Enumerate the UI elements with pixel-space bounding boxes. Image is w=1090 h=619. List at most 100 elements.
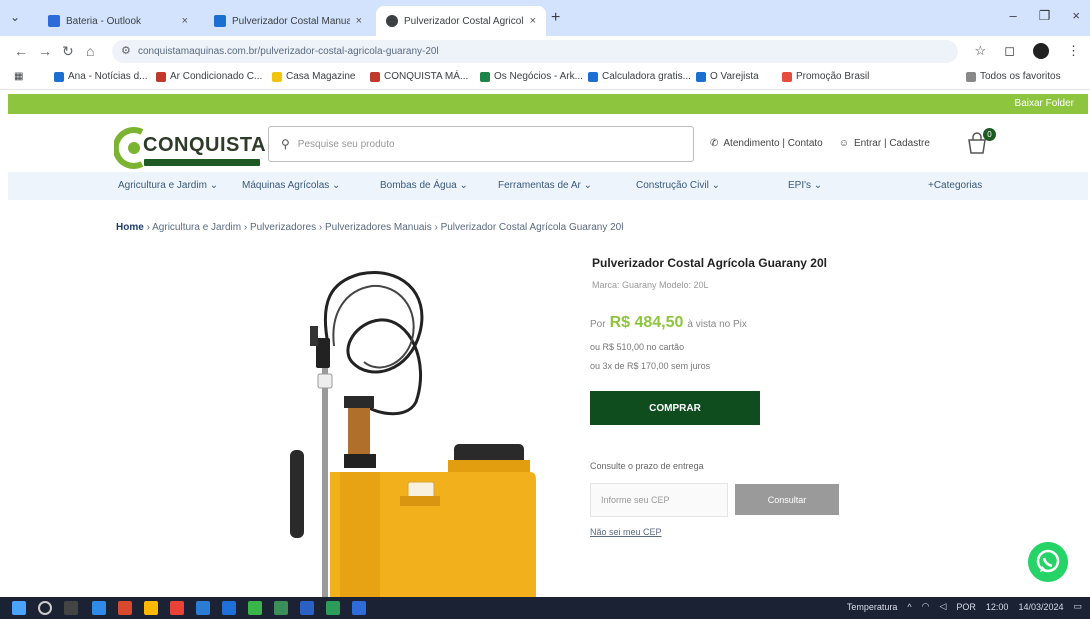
menu-dots-icon[interactable]: ⋮ [1067, 43, 1080, 59]
tab-title: Pulverizador Costal Agricola G... [404, 15, 524, 27]
forward-icon[interactable]: → [38, 42, 52, 60]
app-icon[interactable] [300, 601, 314, 615]
wifi-icon[interactable]: ◠ [922, 601, 930, 612]
toolbar-actions: ☆ ◻ ⋮ [975, 43, 1080, 59]
cart-count-badge: 0 [983, 128, 996, 141]
cep-help-link[interactable]: Não sei meu CEP [590, 527, 662, 537]
bookmark-label: Ar Condicionado C... [170, 71, 263, 82]
close-window-button[interactable]: × [1072, 8, 1080, 24]
app-icon[interactable] [118, 601, 132, 615]
app-icon[interactable] [196, 601, 210, 615]
profile-avatar[interactable] [1033, 43, 1049, 59]
site-logo[interactable]: CONQUISTA [114, 126, 266, 174]
bookmark-label: Os Negócios - Ark... [494, 71, 583, 82]
word-icon[interactable] [352, 601, 366, 615]
volume-icon[interactable]: ◁ [939, 601, 946, 612]
excel-icon[interactable] [326, 601, 340, 615]
bookmark-item[interactable]: CONQUISTA MÁ... [370, 71, 468, 82]
menu-item-maquinas[interactable]: Máquinas Agrícolas ⌄ [242, 180, 340, 191]
menu-item-construcao[interactable]: Construção Civil ⌄ [636, 180, 720, 191]
tab-search-icon[interactable]: ⌄ [10, 10, 20, 24]
tab-product-active[interactable]: Pulverizador Costal Agricola G... × [376, 6, 546, 36]
maximize-button[interactable]: ❐ [1039, 8, 1051, 24]
new-tab-button[interactable]: + [551, 10, 560, 26]
search-icon[interactable]: ⚲ [281, 137, 290, 151]
bookmark-label: Promoção Brasil [796, 71, 870, 82]
category-menu: Agricultura e Jardim ⌄ Máquinas Agrícola… [8, 172, 1088, 200]
breadcrumb-path[interactable]: › Agricultura e Jardim › Pulverizadores … [147, 222, 624, 233]
search-box[interactable]: ⚲ Pesquise seu produto [268, 126, 694, 162]
tab-product-1[interactable]: Pulverizador Costal Manual Fl... × [204, 6, 372, 36]
menu-item-epis[interactable]: EPI's ⌄ [788, 180, 822, 191]
url-text: conquistamaquinas.com.br/pulverizador-co… [138, 46, 439, 57]
price-line: Por R$ 484,50 à vista no Pix [590, 314, 747, 332]
bookmark-item[interactable]: Ar Condicionado C... [156, 71, 262, 82]
file-explorer-icon[interactable] [144, 601, 158, 615]
product-title: Pulverizador Costal Agrícola Guarany 20l [592, 256, 827, 270]
product-price: R$ 484,50 [609, 314, 684, 331]
account-link[interactable]: ☺ Entrar | Cadastre [839, 138, 930, 149]
menu-item-ferramentas[interactable]: Ferramentas de Ar ⌄ [498, 180, 592, 191]
bookmark-label: CONQUISTA MÁ... [384, 71, 469, 82]
app-icon[interactable] [170, 601, 184, 615]
window-controls: – ❐ × [1010, 8, 1080, 24]
buy-button[interactable]: COMPRAR [590, 391, 760, 425]
bookmark-item[interactable]: Os Negócios - Ark... [480, 71, 583, 82]
language-indicator[interactable]: POR [956, 602, 976, 612]
site-info-icon[interactable]: ⚙ [121, 44, 131, 57]
site-favicon-icon [386, 15, 398, 27]
chrome-icon[interactable] [248, 601, 262, 615]
back-icon[interactable]: ← [14, 42, 28, 60]
app-icon[interactable] [222, 601, 236, 615]
bookmark-item[interactable]: Todos os favoritos [966, 71, 1061, 82]
bookmark-favicon-icon [370, 71, 380, 82]
reload-icon[interactable]: ↻ [62, 42, 74, 60]
start-icon[interactable] [12, 601, 26, 615]
apps-grid-icon[interactable]: ▦ [14, 71, 23, 82]
shipping-label: Consulte o prazo de entrega [590, 461, 704, 471]
weather-widget[interactable]: Temperatura [847, 602, 898, 612]
menu-item-bombas[interactable]: Bombas de Água ⌄ [380, 180, 468, 191]
bookmark-star-icon[interactable]: ☆ [975, 43, 987, 59]
home-icon[interactable]: ⌂ [86, 42, 94, 60]
cep-consult-button[interactable]: Consultar [735, 484, 839, 515]
outlook-icon [48, 15, 60, 27]
app-icon[interactable] [274, 601, 288, 615]
app-edge-icon[interactable] [92, 601, 106, 615]
tab-outlook[interactable]: Bateria - Outlook × [38, 6, 198, 36]
bookmark-favicon-icon [54, 71, 64, 82]
close-tab-icon[interactable]: × [530, 15, 536, 27]
close-tab-icon[interactable]: × [182, 15, 188, 27]
bookmark-favicon-icon [272, 71, 282, 82]
search-icon[interactable] [38, 601, 52, 615]
notification-icon[interactable]: ▭ [1073, 601, 1082, 612]
minimize-button[interactable]: – [1010, 8, 1017, 24]
bookmark-item[interactable]: Casa Magazine [272, 71, 355, 82]
chevron-up-icon[interactable]: ^ [907, 602, 911, 612]
site-top-bar: Baixar Folder [8, 94, 1088, 114]
top-bar-link[interactable]: Baixar Folder [1015, 98, 1074, 109]
bookmark-item[interactable]: Ana - Notícias d... [54, 71, 147, 82]
bookmark-favicon-icon [696, 71, 706, 82]
menu-item-mais-categorias[interactable]: +Categorias [928, 180, 982, 191]
task-view-icon[interactable] [64, 601, 78, 615]
folder-icon [966, 71, 976, 82]
tab-title: Bateria - Outlook [66, 15, 142, 27]
close-tab-icon[interactable]: × [356, 15, 362, 27]
cep-input[interactable]: Informe seu CEP [590, 483, 728, 517]
browser-tab-bar: ⌄ Bateria - Outlook × Pulverizador Costa… [0, 0, 1090, 36]
bookmark-item[interactable]: Promoção Brasil [782, 71, 869, 82]
system-tray: Temperatura ^ ◠ ◁ POR 12:00 14/03/2024 ▭ [847, 601, 1082, 612]
address-bar[interactable]: ⚙ conquistamaquinas.com.br/pulverizador-… [112, 40, 958, 63]
tab-search-controls[interactable]: ⌄ [10, 10, 20, 24]
clock-date[interactable]: 14/03/2024 [1018, 602, 1063, 612]
whatsapp-icon[interactable] [1028, 542, 1068, 582]
bookmark-item[interactable]: Calculadora gratis... [588, 71, 691, 82]
bookmark-item[interactable]: O Varejista [696, 71, 759, 82]
extensions-icon[interactable]: ◻ [1004, 43, 1015, 59]
bookmark-label: O Varejista [710, 71, 759, 82]
menu-item-agricultura[interactable]: Agricultura e Jardim ⌄ [118, 180, 218, 191]
breadcrumb-home[interactable]: Home [116, 222, 144, 233]
support-link[interactable]: ✆ Atendimento | Contato [710, 138, 823, 149]
clock-time[interactable]: 12:00 [986, 602, 1009, 612]
